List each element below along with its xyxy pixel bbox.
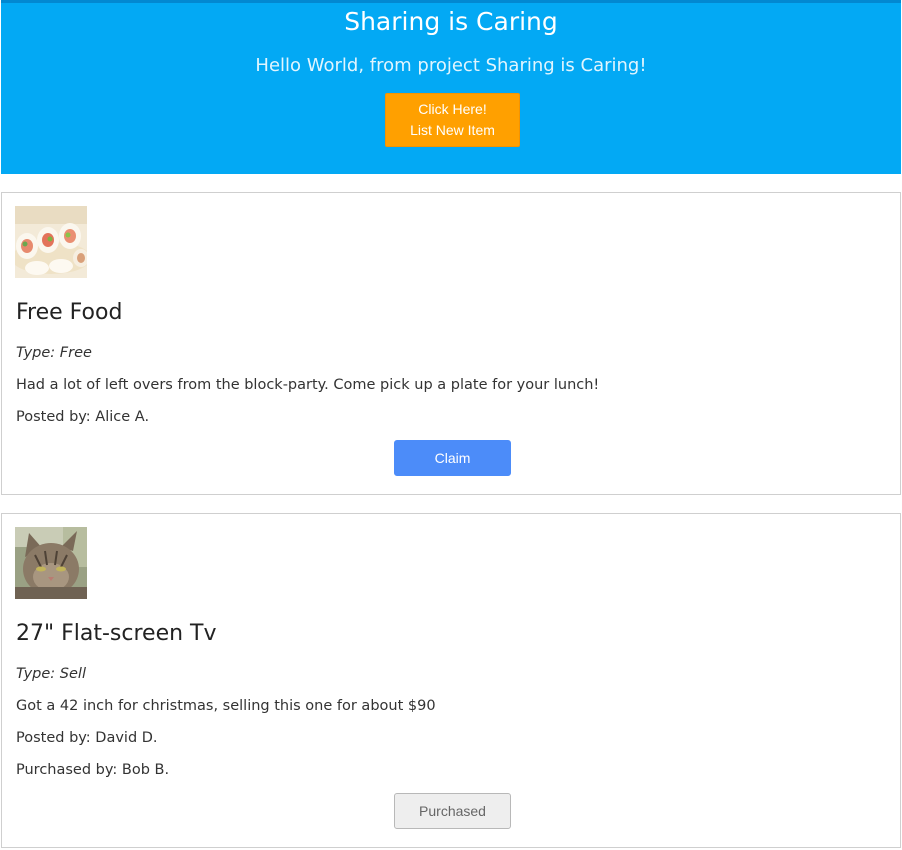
page-subtitle: Hello World, from project Sharing is Car… (255, 55, 647, 76)
item-type: Type: Sell (16, 666, 86, 682)
list-button-line-1: Click Here! (418, 101, 487, 117)
list-button-line-2: List New Item (410, 122, 495, 138)
item-image-cat (15, 527, 87, 599)
item-purchased-by: Purchased by: Bob B. (16, 762, 170, 778)
item-description: Got a 42 inch for christmas, selling thi… (16, 698, 436, 714)
page-title: Sharing is Caring (344, 7, 558, 36)
list-new-item-button[interactable]: Click Here! List New Item (385, 93, 520, 147)
item-card-flat-screen-tv: 27" Flat-screen Tv Type: Sell Got a 42 i… (1, 513, 901, 848)
sushi-photo-icon (15, 206, 87, 278)
cat-photo-icon (15, 527, 87, 599)
claim-button[interactable]: Claim (394, 440, 511, 476)
item-title: 27" Flat-screen Tv (16, 621, 217, 646)
purchased-button: Purchased (394, 793, 511, 829)
item-title: Free Food (16, 300, 123, 325)
item-posted-by: Posted by: Alice A. (16, 409, 150, 425)
item-type: Type: Free (16, 345, 92, 361)
item-card-free-food: Free Food Type: Free Had a lot of left o… (1, 192, 901, 495)
item-posted-by: Posted by: David D. (16, 730, 158, 746)
header-banner: Sharing is Caring Hello World, from proj… (1, 0, 901, 174)
item-description: Had a lot of left overs from the block-p… (16, 377, 600, 393)
item-image-sushi (15, 206, 87, 278)
